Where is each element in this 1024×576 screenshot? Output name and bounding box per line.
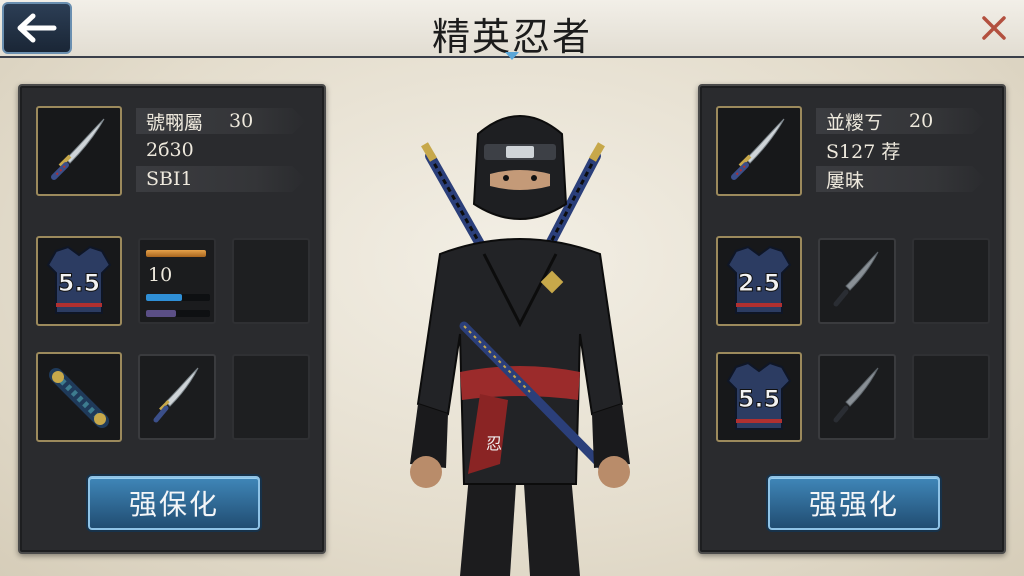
svg-text:忍: 忍 xyxy=(486,434,502,453)
katana-icon xyxy=(833,367,879,423)
stat-bars: 10 xyxy=(138,238,216,324)
weapon-slot-2[interactable] xyxy=(818,238,896,324)
empty-slot[interactable] xyxy=(912,238,990,324)
armor-slot-2[interactable]: 5.5 xyxy=(716,352,802,442)
katana-icon xyxy=(51,118,105,180)
scroll-slot[interactable] xyxy=(36,352,122,442)
empty-slot[interactable] xyxy=(232,238,310,324)
right-stat-list: 並糭ㄎ 20 S127 荐 屢昧 xyxy=(816,108,986,195)
armor-slot[interactable]: 5.5 xyxy=(36,236,122,326)
close-icon xyxy=(982,16,1006,40)
armor-vest-icon: 5.5 xyxy=(726,361,792,430)
enhance-button-right[interactable]: 强强化 xyxy=(768,476,940,530)
stat-label: 並糭ㄎ xyxy=(826,111,884,134)
blue-bar xyxy=(146,294,182,301)
empty-slot[interactable] xyxy=(232,354,310,440)
stat-row: S127 荐 xyxy=(816,137,986,163)
stat-row: 2б30 xyxy=(136,137,306,163)
katana-icon xyxy=(153,367,199,423)
stat-row: 號翈屬 30 xyxy=(136,108,306,134)
katana-icon xyxy=(833,251,879,307)
enhance-button-left[interactable]: 强保化 xyxy=(88,476,260,530)
purple-bar xyxy=(146,310,176,317)
weapon-slot[interactable] xyxy=(36,106,122,196)
stat-label: 屢昧 xyxy=(826,169,865,192)
weapon-slot[interactable] xyxy=(716,106,802,196)
armor-badge: 2.5 xyxy=(738,269,781,297)
stat-label: SBI1 xyxy=(146,168,193,190)
stat-label: 2б30 xyxy=(146,139,194,161)
left-equipment-panel: 號翈屬 30 2б30 SBI1 5.5 10 强保化 xyxy=(18,84,326,554)
katana-icon xyxy=(731,118,785,180)
stat-row: 並糭ㄎ 20 xyxy=(816,108,986,134)
stat-value: 30 xyxy=(229,110,254,132)
weapon-slot-3[interactable] xyxy=(818,354,896,440)
ninja-character: 忍 xyxy=(410,115,630,576)
armor-vest-icon: 2.5 xyxy=(726,245,792,314)
armor-badge: 5.5 xyxy=(58,269,101,297)
stat-label: S127 荐 xyxy=(826,140,901,163)
gold-bar xyxy=(146,250,206,257)
stat-value: 20 xyxy=(909,110,934,132)
armor-badge: 5.5 xyxy=(738,385,781,413)
stat-row: SBI1 xyxy=(136,166,306,192)
right-equipment-panel: 並糭ㄎ 20 S127 荐 屢昧 2.5 5.5 强强化 xyxy=(698,84,1006,554)
stat-number: 10 xyxy=(148,264,173,286)
stat-row: 屢昧 xyxy=(816,166,986,192)
weapon-slot-2[interactable] xyxy=(138,354,216,440)
sword-scroll-icon xyxy=(49,368,109,428)
close-button[interactable] xyxy=(978,10,1010,46)
left-stat-list: 號翈屬 30 2б30 SBI1 xyxy=(136,108,306,195)
armor-vest-icon: 5.5 xyxy=(46,245,112,314)
stat-label: 號翈屬 xyxy=(146,111,204,134)
empty-slot[interactable] xyxy=(912,354,990,440)
armor-slot[interactable]: 2.5 xyxy=(716,236,802,326)
top-bar: 精英忍者 xyxy=(0,0,1024,60)
